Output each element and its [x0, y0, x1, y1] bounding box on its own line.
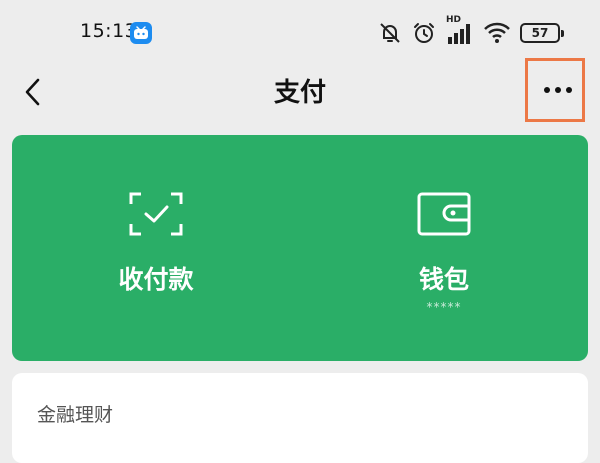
receive-pay-label: 收付款 — [118, 265, 194, 294]
status-icons: HD 57 — [378, 15, 564, 46]
wifi-icon — [484, 22, 510, 43]
payment-card: 收付款 钱包 ***** — [12, 135, 588, 361]
status-time: 15:13 — [80, 20, 138, 42]
finance-section-title: 金融理财 — [37, 404, 114, 426]
scan-check-icon — [129, 192, 183, 236]
more-dots-icon — [544, 87, 572, 93]
wallet-button[interactable]: 钱包 ***** — [300, 135, 588, 361]
alarm-clock-icon — [414, 23, 434, 43]
bilibili-tv-icon — [130, 22, 152, 44]
battery-indicator: 57 — [520, 23, 564, 43]
battery-level: 57 — [531, 26, 549, 40]
nav-bar: 支付 — [0, 62, 600, 122]
hd-signal-icon: HD — [446, 15, 474, 45]
wallet-icon — [417, 192, 471, 236]
muted-bell-icon — [380, 23, 400, 43]
status-bar: 15:13 HD 57 — [0, 0, 600, 62]
wallet-balance-masked: ***** — [426, 300, 462, 314]
receive-pay-button[interactable]: 收付款 — [12, 135, 300, 361]
more-options-button[interactable] — [525, 58, 585, 122]
page-title: 支付 — [273, 78, 326, 108]
wallet-label: 钱包 — [418, 265, 469, 294]
